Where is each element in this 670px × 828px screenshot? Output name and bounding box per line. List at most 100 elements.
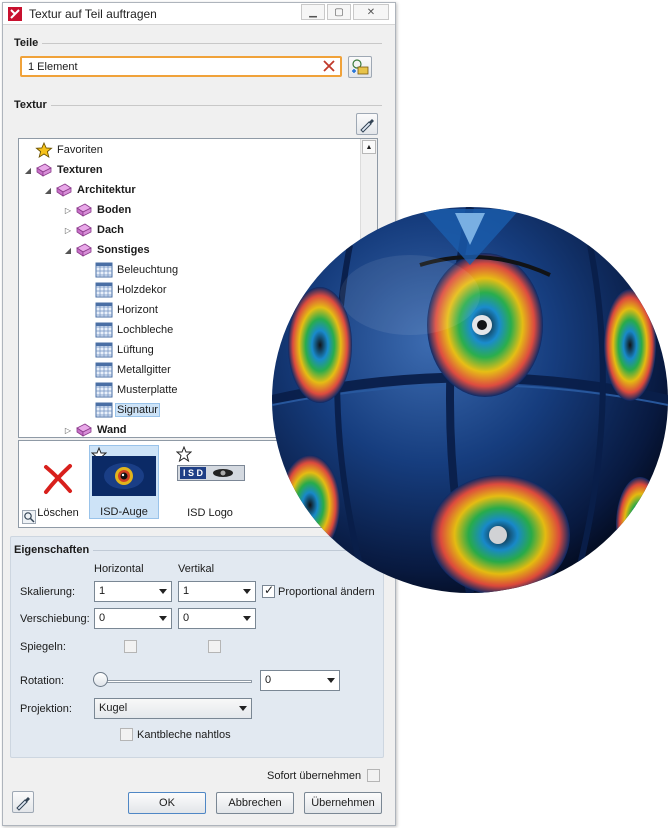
book-icon [56,183,72,197]
spiegeln-label: Spiegeln: [20,641,66,653]
maximize-button[interactable]: ▢ [327,4,351,20]
rotation-label: Rotation: [20,675,65,687]
tree-item-lueftung[interactable]: Lüftung [95,341,156,359]
collapse-arrow-icon[interactable]: ◢ [23,165,33,175]
textur-heading: Textur [14,99,51,111]
pick-texture-footer-button[interactable] [12,791,34,813]
expand-arrow-icon[interactable]: ▷ [63,425,73,435]
dropdown-arrow-icon [159,589,167,594]
kantbleche-checkbox[interactable] [120,728,133,741]
eyedropper-icon [360,119,374,133]
verschiebung-horizontal-combo[interactable]: 0 [94,608,172,629]
verschiebung-vertikal-combo[interactable]: 0 [178,608,256,629]
skalierung-vertikal-combo[interactable]: 1 [178,581,256,602]
close-button[interactable]: ✕ [353,4,389,20]
scroll-up-button[interactable]: ▲ [362,140,376,154]
teile-input[interactable]: 1 Element [20,56,342,77]
favorite-star-icon[interactable] [176,446,192,462]
isd-logo-thumbnail: I S D [177,465,245,481]
book-icon [76,223,92,237]
tree-item-lochbleche[interactable]: Lochbleche [95,321,175,339]
rotation-slider-track[interactable] [96,680,252,683]
tree-item-architektur[interactable]: ◢ Architektur [43,181,138,199]
tree-item-holzdekor[interactable]: Holzdekor [95,281,169,299]
projektion-label: Projektion: [20,703,72,715]
window-title: Textur auf Teil auftragen [29,7,157,21]
skalierung-horizontal-combo[interactable]: 1 [94,581,172,602]
tree-item-wand[interactable]: ▷ Wand [63,421,129,437]
tree-item-metallgitter[interactable]: Metallgitter [95,361,173,379]
texture-icon [95,382,113,398]
dropdown-arrow-icon [159,616,167,621]
title-bar: Textur auf Teil auftragen ▁ ▢ ✕ [3,3,395,25]
eigenschaften-heading: Eigenschaften [14,544,94,556]
tree-item-dach[interactable]: ▷ Dach [63,221,126,239]
tree-item-horizont[interactable]: Horizont [95,301,160,319]
pick-texture-button[interactable] [356,113,378,135]
collapse-arrow-icon[interactable]: ◢ [63,245,73,255]
texture-icon [95,362,113,378]
dropdown-arrow-icon [243,589,251,594]
close-icon: ✕ [366,6,376,18]
rotation-combo[interactable]: 0 [260,670,340,691]
texture-icon [95,302,113,318]
tree-item-favoriten[interactable]: Favoriten [23,141,105,159]
texture-icon [95,402,113,418]
zoom-icon[interactable] [22,510,36,524]
select-elements-icon [352,59,369,75]
eyedropper-icon [16,797,30,811]
tree-item-texturen[interactable]: ◢ Texturen [23,161,105,179]
horizontal-header: Horizontal [94,563,144,575]
texture-icon [95,262,113,278]
spiegeln-horizontal-checkbox[interactable] [124,640,137,653]
texture-sphere-preview [272,207,668,593]
book-icon [76,243,92,257]
eye-icon [213,469,234,477]
dropdown-arrow-icon [327,678,335,683]
teile-heading: Teile [14,37,43,49]
ok-button[interactable]: OK [128,792,206,814]
dropdown-arrow-icon [239,706,247,711]
isd-eye-thumbnail [92,456,156,496]
expand-arrow-icon[interactable]: ▷ [63,225,73,235]
gallery-item-loeschen[interactable]: Löschen [23,445,93,519]
eye-texture-right [604,289,656,401]
texture-icon [95,342,113,358]
projektion-combo[interactable]: Kugel [94,698,252,719]
app-icon [8,7,22,21]
tree-item-musterplatte[interactable]: Musterplatte [95,381,180,399]
verschiebung-label: Verschiebung: [20,613,90,625]
select-elements-button[interactable] [348,56,372,78]
textur-section-header: Textur [10,99,382,113]
sofort-checkbox[interactable] [367,769,380,782]
book-icon [76,203,92,217]
teile-input-value: 1 Element [28,61,78,73]
gallery-item-isd-logo[interactable]: I S D ISD Logo [175,445,245,519]
uebernehmen-button[interactable]: Übernehmen [304,792,382,814]
collapse-arrow-icon[interactable]: ◢ [43,185,53,195]
tree-item-signatur[interactable]: Signatur [95,401,160,419]
expand-arrow-icon[interactable]: ▷ [63,205,73,215]
skalierung-label: Skalierung: [20,586,76,598]
teile-section-header: Teile [10,37,382,51]
sofort-label: Sofort übernehmen [267,770,362,782]
tree-item-boden[interactable]: ▷ Boden [63,201,133,219]
vertikal-header: Vertikal [178,563,215,575]
minimize-icon: ▁ [309,6,317,18]
book-icon [76,423,92,437]
gallery-item-isd-auge[interactable]: ISD-Auge [89,445,159,519]
clear-icon[interactable] [322,59,336,73]
kantbleche-label: Kantbleche nahtlos [137,729,231,741]
rotation-slider-thumb[interactable] [93,672,108,687]
delete-x-icon [44,464,72,494]
abbrechen-button[interactable]: Abbrechen [216,792,294,814]
maximize-icon: ▢ [334,6,344,18]
minimize-button[interactable]: ▁ [301,4,325,20]
tree-item-sonstiges[interactable]: ◢ Sonstiges [63,241,152,259]
texture-icon [95,282,113,298]
star-icon [35,142,53,158]
book-icon [36,163,52,177]
tree-item-beleuchtung[interactable]: Beleuchtung [95,261,180,279]
spiegeln-vertikal-checkbox[interactable] [208,640,221,653]
texture-icon [95,322,113,338]
